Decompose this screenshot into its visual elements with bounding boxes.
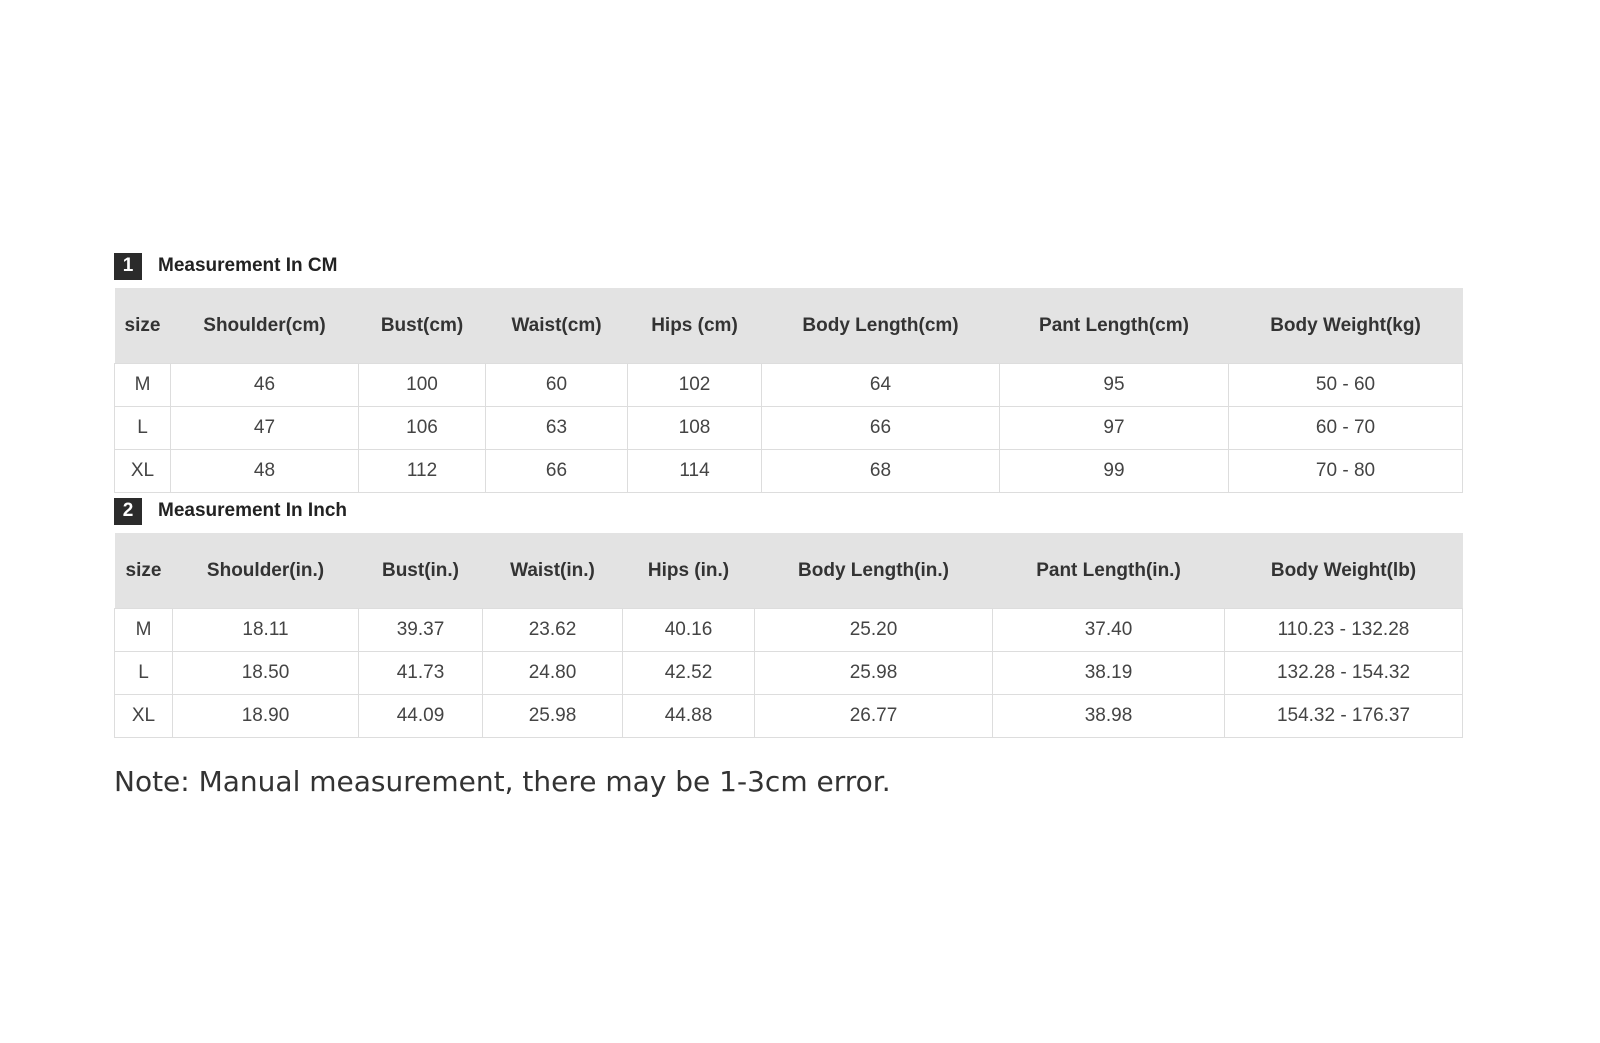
table-cell: 108: [627, 406, 762, 450]
measurement-note: Note: Manual measurement, there may be 1…: [114, 765, 891, 798]
table-cell: 60: [485, 363, 628, 407]
inch-section-title: Measurement In Inch: [158, 500, 347, 521]
column-header: Body Weight(lb): [1224, 533, 1463, 609]
table-cell: 66: [761, 406, 1000, 450]
cm-section-header: 1 Measurement In CM: [114, 251, 1462, 281]
table-cell: 60 - 70: [1228, 406, 1463, 450]
column-header: Bust(in.): [358, 533, 483, 609]
column-header: Waist(cm): [485, 288, 628, 364]
cm-size-table: size Shoulder(cm) Bust(cm) Waist(cm) Hip…: [114, 288, 1463, 493]
column-header: Shoulder(in.): [172, 533, 359, 609]
column-header: Bust(cm): [358, 288, 486, 364]
column-header: Body Weight(kg): [1228, 288, 1463, 364]
table-cell: 44.88: [622, 694, 755, 738]
table-cell: XL: [114, 694, 173, 738]
table-cell: 70 - 80: [1228, 449, 1463, 493]
table-cell: 99: [999, 449, 1229, 493]
column-header: Body Length(in.): [754, 533, 993, 609]
section-number-badge: 1: [114, 252, 142, 280]
table-row: M 18.11 39.37 23.62 40.16 25.20 37.40 11…: [114, 608, 1463, 652]
table-cell: 50 - 60: [1228, 363, 1463, 407]
table-cell: 48: [170, 449, 359, 493]
table-cell: 64: [761, 363, 1000, 407]
table-cell: 18.50: [172, 651, 359, 695]
table-cell: 38.19: [992, 651, 1225, 695]
table-cell: 110.23 - 132.28: [1224, 608, 1463, 652]
table-cell: XL: [114, 449, 171, 493]
table-cell: 112: [358, 449, 486, 493]
table-cell: M: [114, 363, 171, 407]
table-row: XL 18.90 44.09 25.98 44.88 26.77 38.98 1…: [114, 694, 1463, 738]
table-cell: 25.20: [754, 608, 993, 652]
table-cell: 95: [999, 363, 1229, 407]
table-cell: 63: [485, 406, 628, 450]
table-cell: M: [114, 608, 173, 652]
table-cell: 37.40: [992, 608, 1225, 652]
table-cell: 66: [485, 449, 628, 493]
table-cell: 100: [358, 363, 486, 407]
cm-section-title: Measurement In CM: [158, 255, 338, 276]
table-cell: 102: [627, 363, 762, 407]
table-cell: L: [114, 406, 171, 450]
table-cell: 68: [761, 449, 1000, 493]
table-cell: 39.37: [358, 608, 483, 652]
table-cell: 25.98: [482, 694, 623, 738]
table-cell: 47: [170, 406, 359, 450]
column-header: Pant Length(cm): [999, 288, 1229, 364]
table-cell: 18.11: [172, 608, 359, 652]
table-cell: 18.90: [172, 694, 359, 738]
column-header: size: [114, 288, 171, 364]
column-header: Pant Length(in.): [992, 533, 1225, 609]
column-header: Body Length(cm): [761, 288, 1000, 364]
cm-section: 1 Measurement In CM size Shoulder(cm) Bu…: [114, 251, 1463, 493]
column-header: size: [114, 533, 173, 609]
table-cell: 41.73: [358, 651, 483, 695]
column-header: Waist(in.): [482, 533, 623, 609]
section-number-badge: 2: [114, 497, 142, 525]
table-cell: 26.77: [754, 694, 993, 738]
table-cell: 132.28 - 154.32: [1224, 651, 1463, 695]
table-header-row: size Shoulder(in.) Bust(in.) Waist(in.) …: [114, 533, 1463, 609]
table-cell: 106: [358, 406, 486, 450]
table-row: XL 48 112 66 114 68 99 70 - 80: [114, 449, 1463, 493]
table-cell: 154.32 - 176.37: [1224, 694, 1463, 738]
table-header-row: size Shoulder(cm) Bust(cm) Waist(cm) Hip…: [114, 288, 1463, 364]
table-cell: 42.52: [622, 651, 755, 695]
table-cell: 46: [170, 363, 359, 407]
inch-size-table: size Shoulder(in.) Bust(in.) Waist(in.) …: [114, 533, 1463, 738]
table-row: M 46 100 60 102 64 95 50 - 60: [114, 363, 1463, 407]
table-cell: 25.98: [754, 651, 993, 695]
table-cell: 114: [627, 449, 762, 493]
inch-section: 2 Measurement In Inch size Shoulder(in.)…: [114, 496, 1463, 738]
table-cell: 24.80: [482, 651, 623, 695]
inch-section-header: 2 Measurement In Inch: [114, 496, 1462, 526]
table-cell: 40.16: [622, 608, 755, 652]
column-header: Hips (in.): [622, 533, 755, 609]
column-header: Hips (cm): [627, 288, 762, 364]
table-cell: 97: [999, 406, 1229, 450]
table-cell: 38.98: [992, 694, 1225, 738]
table-row: L 18.50 41.73 24.80 42.52 25.98 38.19 13…: [114, 651, 1463, 695]
table-cell: 23.62: [482, 608, 623, 652]
column-header: Shoulder(cm): [170, 288, 359, 364]
table-cell: L: [114, 651, 173, 695]
table-cell: 44.09: [358, 694, 483, 738]
table-row: L 47 106 63 108 66 97 60 - 70: [114, 406, 1463, 450]
